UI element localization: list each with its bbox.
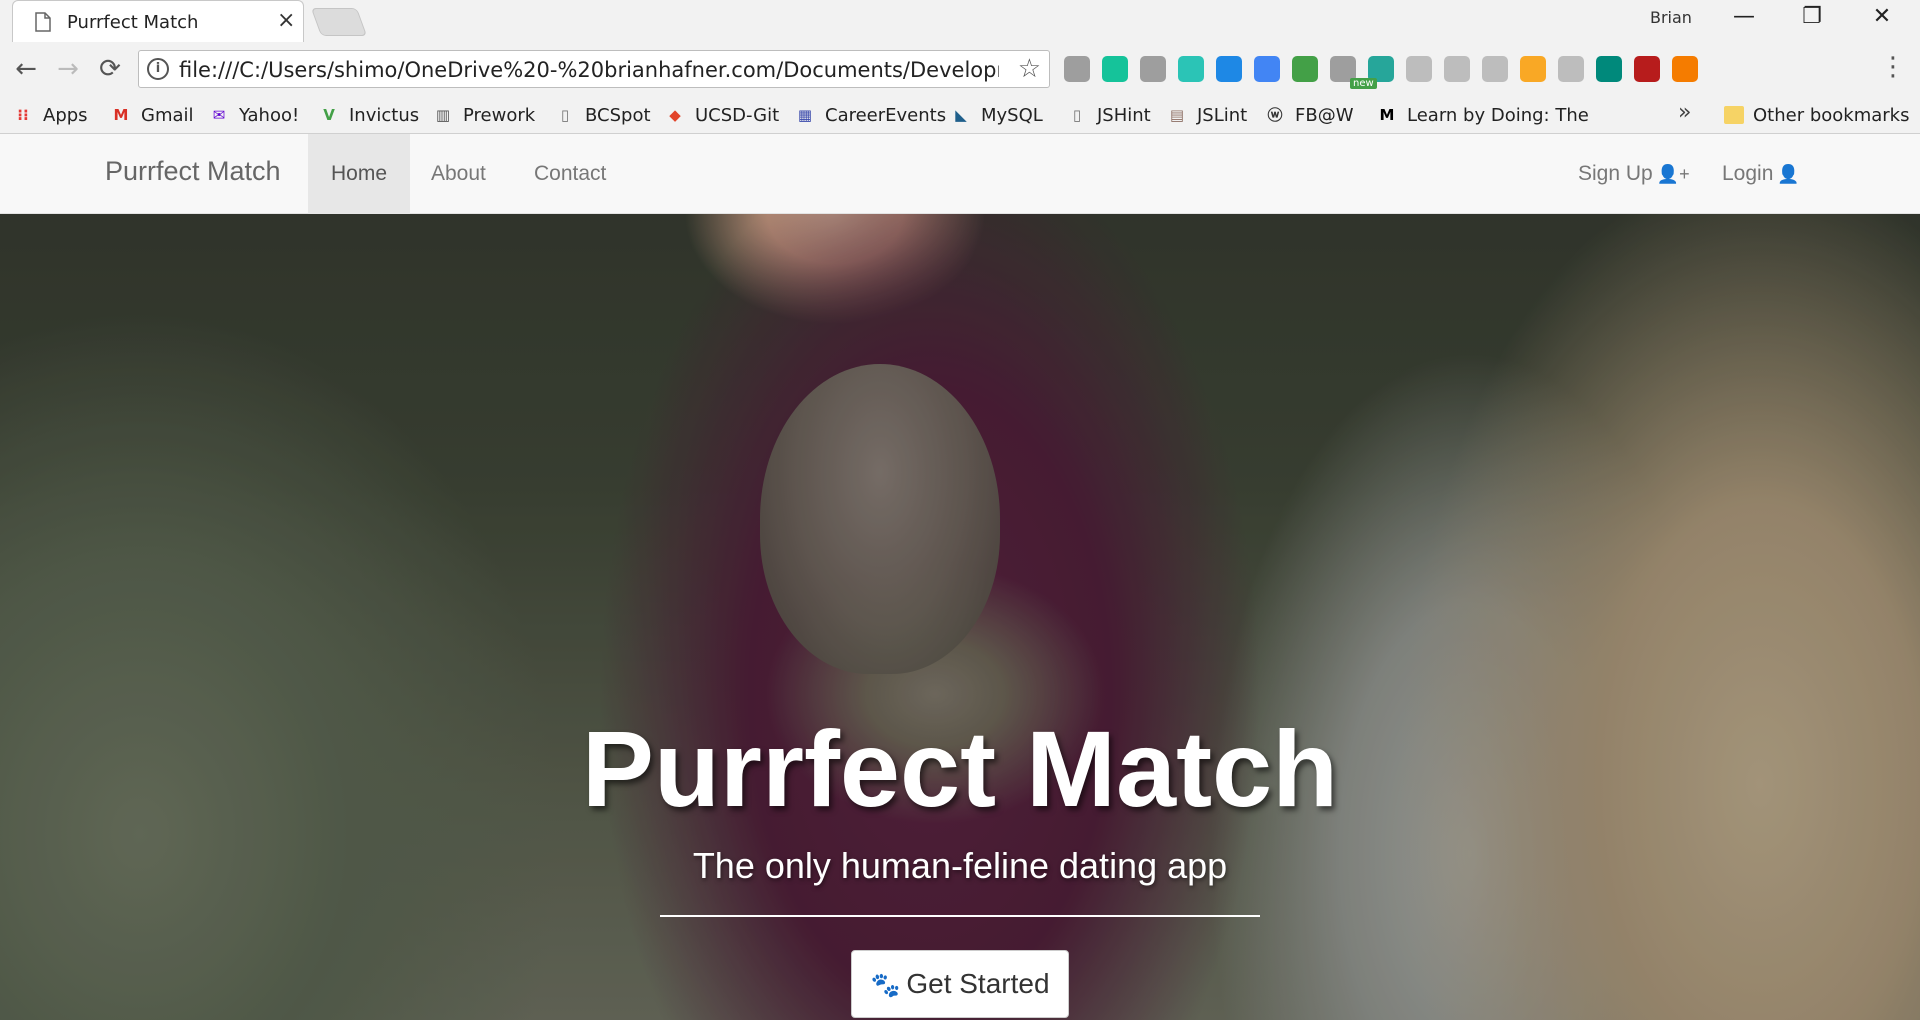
hero-title: Purrfect Match	[581, 708, 1339, 829]
book-icon: ▥	[435, 106, 451, 124]
bookmark-label: Learn by Doing: The	[1407, 104, 1589, 126]
translate-icon[interactable]	[1254, 56, 1280, 82]
bookmark-item[interactable]: ⁝⁝ Apps	[12, 102, 88, 128]
bookmarks-overflow-icon[interactable]: »	[1678, 100, 1691, 125]
extension-refresh-icon[interactable]	[1596, 56, 1622, 82]
nav-contact[interactable]: Contact	[511, 134, 629, 214]
bookmark-item[interactable]: ▦ CareerEvents	[794, 102, 946, 128]
bookmark-item[interactable]: ◣ MySQL	[950, 102, 1043, 128]
hero-subtitle: The only human-feline dating app	[692, 845, 1228, 886]
bookmark-item[interactable]: M Gmail	[110, 102, 194, 128]
apps-icon: ⁝⁝	[17, 106, 29, 124]
bookmark-item[interactable]: ▯ BCSpot	[554, 102, 651, 128]
grammarly-icon[interactable]	[1102, 56, 1128, 82]
browser-titlebar: Purrfect Match × Brian — ❐ ✕	[0, 0, 1920, 42]
bookmark-item[interactable]: ⓦ FB@W	[1264, 102, 1354, 128]
page-icon: ▯	[560, 106, 570, 124]
address-bar[interactable]: i file:///C:/Users/shimo/OneDrive%20-%20…	[138, 50, 1050, 88]
user-plus-icon: 👤+	[1656, 164, 1690, 184]
bookmark-label: Gmail	[141, 104, 194, 126]
user-icon: 👤	[1777, 164, 1800, 184]
bookmark-item[interactable]: ▤ JSLint	[1166, 102, 1247, 128]
ublock-icon[interactable]	[1634, 56, 1660, 82]
site-brand[interactable]: Purrfect Match	[105, 156, 281, 187]
close-window-icon[interactable]: ✕	[1862, 4, 1902, 29]
extension-box-icon[interactable]	[1558, 56, 1584, 82]
gitlab-icon: ◆	[669, 106, 681, 124]
pdf-extension-icon[interactable]	[1064, 56, 1090, 82]
bookmark-label: Prework	[463, 104, 536, 126]
paw-icon: 🐾	[870, 972, 901, 999]
medium-icon: M	[1379, 106, 1395, 124]
bookmark-item[interactable]: ▯ JSHint	[1066, 102, 1151, 128]
new-tab-button[interactable]	[310, 8, 368, 36]
signup-link[interactable]: Sign Up 👤+	[1578, 134, 1690, 214]
bookmark-label: JSLint	[1197, 104, 1248, 126]
forward-icon[interactable]: →	[52, 54, 84, 84]
react-devtools-icon[interactable]	[1444, 56, 1470, 82]
bookmark-label: BCSpot	[585, 104, 651, 126]
bookmark-label: Apps	[43, 104, 88, 126]
bookmark-star-icon[interactable]: ☆	[1018, 54, 1041, 84]
extension-h-icon[interactable]	[1140, 56, 1166, 82]
bookmark-item[interactable]: ▥ Prework	[432, 102, 535, 128]
calendar-icon: ▦	[797, 106, 813, 124]
tab-title: Purrfect Match	[67, 12, 199, 33]
signup-label: Sign Up	[1578, 162, 1653, 185]
login-label: Login	[1722, 162, 1774, 185]
reader-icon[interactable]	[1216, 56, 1242, 82]
jslint-icon: ▤	[1169, 106, 1185, 124]
gmail-icon: M	[113, 106, 129, 124]
bookmark-label: MySQL	[981, 104, 1043, 126]
invictus-icon: V	[323, 106, 335, 124]
bookmark-item[interactable]: M Learn by Doing: The	[1376, 102, 1589, 128]
bookmark-label: FB@W	[1295, 104, 1354, 126]
bookmarks-bar: ⁝⁝ Apps M Gmail ✉ Yahoo! V Invictus ▥ Prework ▯ BCS…	[0, 96, 1920, 134]
hero-divider	[660, 915, 1260, 917]
extension-target-icon[interactable]	[1482, 56, 1508, 82]
new-extension-icon[interactable]	[1292, 56, 1318, 82]
bookmark-label: UCSD-Git	[695, 104, 780, 126]
new-badge: new	[1350, 78, 1377, 89]
bookmark-label: CareerEvents	[825, 104, 947, 126]
bookmark-item[interactable]: V Invictus	[318, 102, 419, 128]
yahoo-icon: ✉	[212, 106, 226, 124]
extension-m-icon[interactable]	[1178, 56, 1204, 82]
bookmark-label: Yahoo!	[239, 104, 300, 126]
site-navbar: Purrfect Match Home About Contact Sign U…	[0, 134, 1920, 214]
nav-home[interactable]: Home	[308, 134, 411, 214]
web-page: Purrfect Match Home About Contact Sign U…	[0, 134, 1920, 1020]
workplace-icon: ⓦ	[1267, 106, 1283, 124]
nav-about[interactable]: About	[408, 134, 509, 214]
address-url[interactable]: file:///C:/Users/shimo/OneDrive%20-%20br…	[179, 58, 999, 82]
tab-close-icon[interactable]: ×	[277, 8, 295, 33]
page-icon: ▯	[1072, 106, 1082, 124]
extension-grid-icon[interactable]	[1406, 56, 1432, 82]
reload-icon[interactable]: ⟳	[94, 54, 126, 84]
profile-name[interactable]: Brian	[1650, 8, 1692, 27]
folder-icon	[1724, 106, 1744, 124]
bookmark-item[interactable]: ◆ UCSD-Git	[664, 102, 779, 128]
login-link[interactable]: Login 👤	[1722, 134, 1800, 214]
browser-toolbar: ← → ⟳ i file:///C:/Users/shimo/OneDrive%…	[0, 42, 1920, 96]
bookmark-item[interactable]: ✉ Yahoo!	[208, 102, 300, 128]
page-favicon-icon	[35, 12, 51, 36]
bookmark-label: Invictus	[349, 104, 420, 126]
browser-tab[interactable]: Purrfect Match ×	[12, 0, 304, 42]
extension-at-icon[interactable]	[1520, 56, 1546, 82]
hero-background-image	[0, 134, 1920, 1020]
minimize-icon[interactable]: —	[1724, 4, 1764, 29]
browser-menu-icon[interactable]: ⋮	[1880, 52, 1906, 82]
bookmark-label: JSHint	[1097, 104, 1151, 126]
back-icon[interactable]: ←	[10, 54, 42, 84]
get-started-label: Get Started	[906, 968, 1050, 999]
site-info-icon[interactable]: i	[147, 58, 169, 80]
other-bookmarks[interactable]: Other bookmarks	[1724, 102, 1909, 128]
mysql-icon: ◣	[955, 106, 967, 124]
other-bookmarks-label: Other bookmarks	[1753, 104, 1910, 126]
metamask-icon[interactable]	[1672, 56, 1698, 82]
get-started-button[interactable]: 🐾 Get Started	[851, 950, 1069, 1018]
restore-icon[interactable]: ❐	[1792, 4, 1832, 29]
